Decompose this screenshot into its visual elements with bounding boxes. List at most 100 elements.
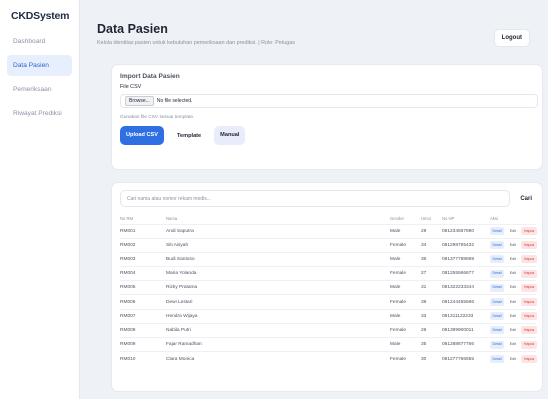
edit-button[interactable]: Edit (507, 283, 519, 292)
table-row: RM001 Andi Saputra Male 29 081234567890 … (120, 223, 537, 239)
hapus-button[interactable]: Hapus (521, 355, 537, 364)
hapus-button[interactable]: Hapus (521, 312, 537, 321)
col-header-umur: Umur (421, 215, 432, 221)
cell-nama: Fajar Ramadhan (166, 336, 390, 352)
hapus-button[interactable]: Hapus (521, 340, 537, 349)
browse-button[interactable]: Browse... (125, 96, 154, 106)
cell-no-hp: 081298765432 (442, 237, 490, 253)
cell-aksi: Detail Edit Hapus (490, 351, 537, 366)
cell-no-rm: RM007 (120, 308, 166, 324)
cell-no-hp: 081234567890 (442, 223, 490, 239)
edit-button[interactable]: Edit (507, 355, 519, 364)
cell-gender: Female (390, 322, 421, 338)
hapus-button[interactable]: Hapus (521, 326, 537, 335)
cell-gender: Male (390, 223, 421, 239)
logout-button[interactable]: Logout (493, 29, 530, 47)
template-button[interactable]: Template (170, 126, 209, 145)
import-hint: Gunakan file CSV sesuai template. (120, 115, 195, 120)
col-header-no-hp: No HP (442, 215, 455, 221)
cell-umur: 39 (421, 294, 442, 310)
sidebar-item-data-pasien[interactable]: Data Pasien (7, 55, 72, 76)
edit-button[interactable]: Edit (507, 340, 519, 349)
col-header-gender: Gender (390, 215, 404, 221)
cell-umur: 35 (421, 336, 442, 352)
patient-table: No RM Nama Gender Umur No HP Aksi RM001 … (120, 213, 537, 366)
table-row: RM008 Nabila Putri Female 26 08139990001… (120, 322, 537, 338)
cell-umur: 27 (421, 266, 442, 281)
hapus-button[interactable]: Hapus (521, 227, 537, 236)
edit-button[interactable]: Edit (507, 269, 519, 278)
cell-umur: 31 (421, 280, 442, 295)
search-input[interactable] (120, 190, 511, 207)
sidebar-item-riwayat-prediksi[interactable]: Riwayat Prediksi (7, 103, 72, 124)
detail-button[interactable]: Detail (490, 255, 505, 264)
detail-button[interactable]: Detail (490, 283, 505, 292)
hapus-button[interactable]: Hapus (521, 241, 537, 250)
cell-nama: Maria Yolanda (166, 266, 390, 281)
col-header-aksi: Aksi (490, 215, 498, 221)
main-content: Data Pasien Kelola identitas pasien untu… (80, 0, 548, 399)
page-subtitle: Kelola identitas pasien untuk kebutuhan … (97, 40, 295, 46)
cell-nama: Hendra Wijaya (166, 308, 390, 324)
detail-button[interactable]: Detail (490, 298, 505, 307)
detail-button[interactable]: Detail (490, 269, 505, 278)
table-header-row: No RM Nama Gender Umur No HP Aksi (120, 213, 536, 224)
table-row: RM006 Dewi Lestari Female 39 08124445556… (120, 294, 537, 310)
cell-umur: 34 (421, 237, 442, 253)
cell-gender: Male (390, 308, 421, 324)
detail-button[interactable]: Detail (490, 355, 505, 364)
detail-button[interactable]: Detail (490, 312, 505, 321)
cell-no-rm: RM002 (120, 237, 166, 253)
edit-button[interactable]: Edit (507, 312, 519, 321)
table-row: RM009 Fajar Ramadhan Male 35 08128887776… (120, 336, 537, 352)
hapus-button[interactable]: Hapus (521, 255, 537, 264)
file-input[interactable]: Browse... No file selected. (120, 94, 538, 108)
cell-no-rm: RM004 (120, 266, 166, 281)
file-status-text: No file selected. (156, 98, 193, 104)
hapus-button[interactable]: Hapus (521, 298, 537, 307)
cell-umur: 33 (421, 308, 442, 324)
cell-no-hp: 081322233344 (442, 280, 490, 295)
upload-csv-button[interactable]: Upload CSV (120, 126, 165, 145)
cell-gender: Male (390, 280, 421, 295)
cell-gender: Female (390, 294, 421, 310)
cell-aksi: Detail Edit Hapus (490, 280, 537, 295)
cell-gender: Male (390, 336, 421, 352)
edit-button[interactable]: Edit (507, 326, 519, 335)
cell-no-rm: RM003 (120, 251, 166, 267)
edit-button[interactable]: Edit (507, 255, 519, 264)
cell-umur: 29 (421, 223, 442, 239)
edit-button[interactable]: Edit (507, 241, 519, 250)
edit-button[interactable]: Edit (507, 298, 519, 307)
cell-gender: Female (390, 351, 421, 366)
page-title: Data Pasien (97, 22, 168, 36)
detail-button[interactable]: Detail (490, 227, 505, 236)
cell-no-rm: RM009 (120, 336, 166, 352)
search-button[interactable]: Cari (520, 196, 534, 202)
cell-no-rm: RM008 (120, 322, 166, 338)
cell-nama: Nabila Putri (166, 322, 390, 338)
cell-gender: Female (390, 266, 421, 281)
cell-aksi: Detail Edit Hapus (490, 322, 537, 338)
brand-logo: CKDSystem (11, 10, 70, 22)
hapus-button[interactable]: Hapus (521, 283, 537, 292)
detail-button[interactable]: Detail (490, 241, 505, 250)
sidebar: CKDSystem Dashboard Data Pasien Pemeriks… (0, 0, 80, 399)
cell-aksi: Detail Edit Hapus (490, 251, 537, 267)
table-row: RM002 Siti Aisyah Female 34 081298765432… (120, 237, 537, 253)
cell-no-hp: 081244455566 (442, 294, 490, 310)
detail-button[interactable]: Detail (490, 326, 505, 335)
edit-button[interactable]: Edit (507, 227, 519, 236)
cell-aksi: Detail Edit Hapus (490, 336, 537, 352)
detail-button[interactable]: Detail (490, 340, 505, 349)
sidebar-item-pemeriksaan[interactable]: Pemeriksaan (7, 79, 72, 100)
cell-aksi: Detail Edit Hapus (490, 308, 537, 324)
cell-nama: Rizky Pratama (166, 280, 390, 295)
table-row: RM007 Hendra Wijaya Male 33 081311122233… (120, 308, 537, 324)
cell-gender: Female (390, 237, 421, 253)
hapus-button[interactable]: Hapus (521, 269, 537, 278)
sidebar-item-dashboard[interactable]: Dashboard (7, 31, 72, 52)
table-row: RM005 Rizky Pratama Male 31 081322233344… (120, 280, 537, 295)
table-row: RM010 Clara Monica Female 30 08127776665… (120, 351, 537, 366)
manual-button[interactable]: Manual (214, 126, 246, 145)
